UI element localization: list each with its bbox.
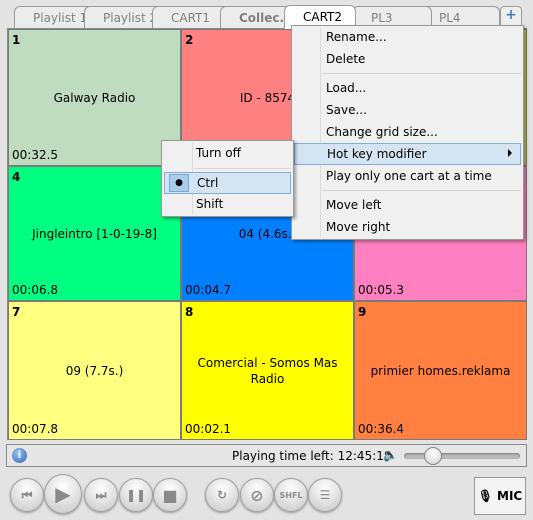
shuffle-label: SHFL — [279, 490, 303, 500]
cart-time: 00:06.8 — [12, 283, 59, 297]
cart-title: 09 (7.7s.) — [65, 363, 124, 378]
cart-4[interactable]: 4 Jingleintro [1-0-19-8] 00:06.8 — [8, 166, 181, 301]
mic-label: MIC — [497, 489, 523, 503]
cart-time: 00:32.5 — [12, 148, 59, 162]
playlist-button[interactable]: ☰ — [308, 478, 342, 512]
previous-button[interactable]: ⏮ — [10, 478, 44, 512]
submenu-turn-off[interactable]: Turn off — [164, 143, 291, 165]
menu-separator — [322, 190, 521, 191]
skip-forward-icon: ⏭ — [95, 487, 107, 502]
cart-9[interactable]: 9 primier homes.reklama 00:36.4 — [354, 301, 527, 440]
stop-icon: ■ — [162, 485, 178, 505]
microphone-icon: 🎙 — [477, 489, 493, 503]
plus-icon: + — [505, 7, 517, 23]
menu-rename[interactable]: Rename... — [294, 27, 521, 49]
playing-time-left: Playing time left: 12:45:18 — [232, 449, 392, 463]
shuffle-button[interactable]: SHFL — [274, 478, 308, 512]
cart-title: primier homes.reklama — [370, 363, 511, 378]
play-button[interactable]: ▶ — [44, 474, 82, 514]
tab-playlist-1[interactable]: Playlist 1 — [14, 6, 94, 28]
block-button[interactable]: ⊘ — [240, 478, 274, 512]
menu-load[interactable]: Load... — [294, 78, 521, 100]
menu-play-one-cart[interactable]: Play only one cart at a time — [294, 166, 521, 188]
menu-delete[interactable]: Delete — [294, 49, 521, 71]
status-bar: i Playing time left: 12:45:18 🔈 — [6, 444, 527, 467]
cart-title: Comercial - Somos Mas Radio — [197, 355, 338, 386]
submenu-ctrl[interactable]: ● Ctrl — [164, 172, 291, 194]
radio-dot-icon: ● — [169, 174, 189, 192]
menu-move-right[interactable]: Move right — [294, 217, 521, 239]
menu-separator — [322, 73, 521, 74]
submenu-shift[interactable]: Shift — [164, 194, 291, 216]
cart-time: 00:36.4 — [358, 422, 405, 436]
cart-time: 00:02.1 — [185, 422, 232, 436]
submenu-ctrl-label: Ctrl — [197, 176, 219, 190]
pause-icon: ❚❚ — [125, 488, 147, 502]
speaker-icon[interactable]: 🔈 — [383, 448, 398, 462]
info-icon[interactable]: i — [12, 448, 27, 463]
skip-back-icon: ⏮ — [21, 487, 33, 502]
menu-separator — [194, 168, 291, 169]
menu-move-left[interactable]: Move left — [294, 195, 521, 217]
mic-button[interactable]: 🎙 MIC — [474, 477, 526, 515]
cart-time: 00:05.3 — [358, 283, 405, 297]
cart-8[interactable]: 8 Comercial - Somos Mas Radio 00:02.1 — [181, 301, 354, 440]
playlist-tabs: Playlist 1 Playlist 2 CART1 Collec... PL… — [0, 0, 533, 29]
cart-7[interactable]: 7 09 (7.7s.) 00:07.8 — [8, 301, 181, 440]
stop-button[interactable]: ■ — [153, 478, 187, 512]
pause-button[interactable]: ❚❚ — [119, 478, 153, 512]
block-icon: ⊘ — [250, 485, 264, 505]
repeat-icon: ↻ — [216, 488, 228, 502]
submenu-arrow-icon — [508, 149, 512, 157]
list-icon: ☰ — [319, 488, 331, 502]
menu-save[interactable]: Save... — [294, 100, 521, 122]
cart-time: 00:07.8 — [12, 422, 59, 436]
next-button[interactable]: ⏭ — [84, 478, 118, 512]
cart-title: Jingleintro [1-0-19-8] — [32, 226, 157, 241]
cart-time: 00:04.7 — [185, 283, 232, 297]
context-menu: Rename... Delete Load... Save... Change … — [291, 25, 524, 240]
menu-hot-key-label: Hot key modifier — [327, 147, 427, 161]
cart-1[interactable]: 1 Galway Radio 00:32.5 — [8, 29, 181, 166]
volume-slider[interactable] — [404, 447, 520, 465]
repeat-button[interactable]: ↻ — [205, 478, 239, 512]
add-tab-button[interactable]: + — [500, 6, 522, 26]
hotkey-submenu: Turn off ● Ctrl Shift — [161, 140, 294, 217]
volume-slider-knob[interactable] — [423, 447, 442, 465]
menu-hot-key-modifier[interactable]: Hot key modifier — [294, 143, 521, 165]
cart-title: Galway Radio — [53, 90, 136, 105]
menu-change-grid-size[interactable]: Change grid size... — [294, 122, 521, 144]
play-icon: ▶ — [55, 482, 71, 506]
